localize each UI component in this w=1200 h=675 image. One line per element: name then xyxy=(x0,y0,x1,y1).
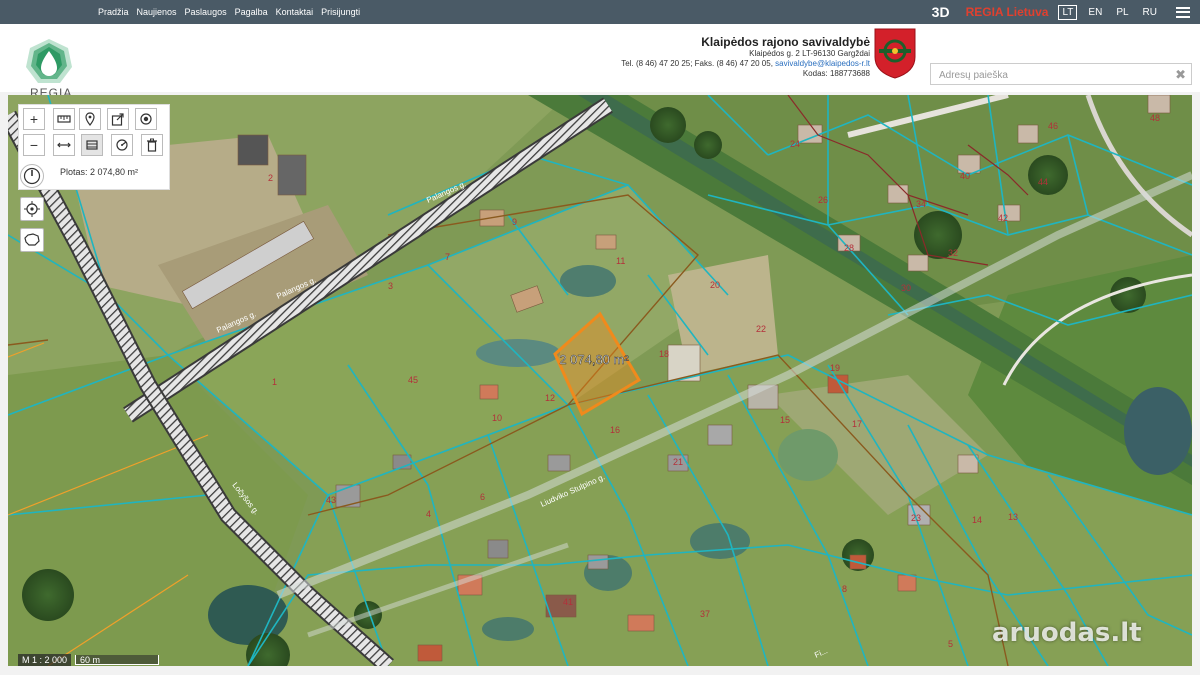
parcel-number: 20 xyxy=(710,280,720,290)
parcel-number: 5 xyxy=(948,639,953,649)
top-navigation-bar: Pradžia Naujienos Paslaugos Pagalba Kont… xyxy=(0,0,1200,24)
parcel-number: 16 xyxy=(610,425,620,435)
parcel-number: 18 xyxy=(659,349,669,359)
hamburger-menu-icon[interactable] xyxy=(1176,6,1190,18)
lithuania-extent-icon[interactable] xyxy=(20,228,44,252)
parcel-number: 6 xyxy=(480,492,485,502)
gps-locate-icon[interactable] xyxy=(20,197,44,221)
parcel-number: 41 xyxy=(563,597,573,607)
parcel-number: 9 xyxy=(512,217,517,227)
map-scale: M 1 : 2 000 60 m xyxy=(18,654,160,666)
address-search: ✖ xyxy=(930,63,1192,86)
measure-radius-icon[interactable] xyxy=(111,134,133,156)
parcel-number: 28 xyxy=(844,243,854,253)
parcel-number: 19 xyxy=(830,363,840,373)
aruodas-watermark: aruodas.lt xyxy=(992,618,1142,648)
nav-link-news[interactable]: Naujienos xyxy=(137,7,177,17)
parcel-number: 11 xyxy=(616,256,625,266)
parcel-number: 21 xyxy=(673,457,683,467)
parcel-number: 4 xyxy=(426,509,431,519)
zoom-in-button[interactable]: + xyxy=(23,108,45,130)
clear-search-icon[interactable]: ✖ xyxy=(1175,67,1186,83)
parcel-number: 24 xyxy=(790,139,800,149)
nav-link-home[interactable]: Pradžia xyxy=(98,7,129,17)
compass-north-icon[interactable] xyxy=(20,164,44,188)
main-menu: Pradžia Naujienos Paslaugos Pagalba Kont… xyxy=(98,0,360,24)
parcel-number: 2 xyxy=(268,173,273,183)
language-en[interactable]: EN xyxy=(1085,6,1105,19)
regia-logo-icon[interactable] xyxy=(24,32,74,92)
municipality-title: Klaipėdos rajono savivaldybė xyxy=(701,35,870,49)
parcel-number: 13 xyxy=(1008,512,1018,522)
area-readout: Plotas: 2 074,80 m² xyxy=(60,167,139,177)
parcel-number: 34 xyxy=(916,199,926,209)
parcel-number: 32 xyxy=(948,248,958,258)
map-canvas[interactable]: 2 074,80 m² Palangos g. Palangos g. Pala… xyxy=(8,95,1192,666)
parcel-number: 40 xyxy=(960,171,970,181)
email-link[interactable]: savivaldybe@klaipedos-r.lt xyxy=(775,59,870,68)
parcel-number: 26 xyxy=(818,195,828,205)
address-search-input[interactable] xyxy=(937,64,1171,86)
parcel-number: 48 xyxy=(1150,113,1160,123)
parcel-number: 45 xyxy=(408,375,418,385)
parcel-number: 10 xyxy=(492,413,502,423)
parcel-number: 37 xyxy=(700,609,710,619)
scale-bar: 60 m xyxy=(75,655,160,665)
parcel-number: 7 xyxy=(445,252,450,262)
coat-of-arms-icon xyxy=(874,28,916,79)
municipality-info: Klaipėdos rajono savivaldybė Klaipėdos g… xyxy=(621,35,870,79)
measurement-label: 2 074,80 m² xyxy=(559,352,629,367)
municipality-code: Kodas: 188773688 xyxy=(802,69,870,78)
export-icon[interactable] xyxy=(107,108,129,130)
parcel-number: 17 xyxy=(852,419,862,429)
site-header: REGIA Klaipėdos rajono savivaldybė Klaip… xyxy=(0,24,1200,100)
nav-link-services[interactable]: Paslaugos xyxy=(185,7,227,17)
municipality-address: Klaipėdos g. 2 LT-96130 Gargždai xyxy=(749,49,870,58)
measure-area-icon[interactable] xyxy=(81,134,103,156)
parcel-number: 15 xyxy=(780,415,790,425)
regia-lietuva-link[interactable]: REGIA Lietuva xyxy=(966,5,1049,19)
parcel-number: 12 xyxy=(545,393,555,403)
parcel-number: 8 xyxy=(842,584,847,594)
page-bottom-strip xyxy=(0,666,1200,675)
parcel-number: 44 xyxy=(1038,177,1048,187)
3d-mode-button[interactable]: 3D xyxy=(932,4,950,20)
language-lt[interactable]: LT xyxy=(1058,4,1078,20)
zoom-out-button[interactable]: − xyxy=(23,134,45,156)
parcel-number: 14 xyxy=(972,515,982,525)
parcel-number: 3 xyxy=(388,281,393,291)
language-pl[interactable]: PL xyxy=(1113,6,1131,19)
parcel-number: 30 xyxy=(901,283,911,293)
measure-distance-icon[interactable] xyxy=(53,108,75,130)
nav-link-login[interactable]: Prisijungti xyxy=(321,7,360,17)
place-marker-icon[interactable] xyxy=(79,108,101,130)
language-ru[interactable]: RU xyxy=(1140,6,1160,19)
parcel-number: 1 xyxy=(272,377,277,387)
parcel-number: 22 xyxy=(756,324,766,334)
top-right-controls: 3D REGIA Lietuva LT EN PL RU xyxy=(932,0,1190,24)
parcel-number: 46 xyxy=(1048,121,1058,131)
nav-link-contacts[interactable]: Kontaktai xyxy=(276,7,314,17)
locate-point-icon[interactable] xyxy=(135,108,157,130)
scale-ratio: M 1 : 2 000 xyxy=(18,654,72,666)
measure-line-icon[interactable] xyxy=(53,134,75,156)
trash-icon[interactable] xyxy=(141,134,163,156)
municipality-contacts: Tel. (8 46) 47 20 25; Faks. (8 46) 47 20… xyxy=(621,59,870,69)
parcel-number: 43 xyxy=(326,495,336,505)
parcel-number: 42 xyxy=(998,213,1008,223)
phone-fax-text: Tel. (8 46) 47 20 25; Faks. (8 46) 47 20… xyxy=(621,59,776,68)
orthophoto-map[interactable]: 2 074,80 m² Palangos g. Palangos g. Pala… xyxy=(8,95,1192,666)
nav-link-help[interactable]: Pagalba xyxy=(235,7,268,17)
parcel-number: 23 xyxy=(911,513,921,523)
